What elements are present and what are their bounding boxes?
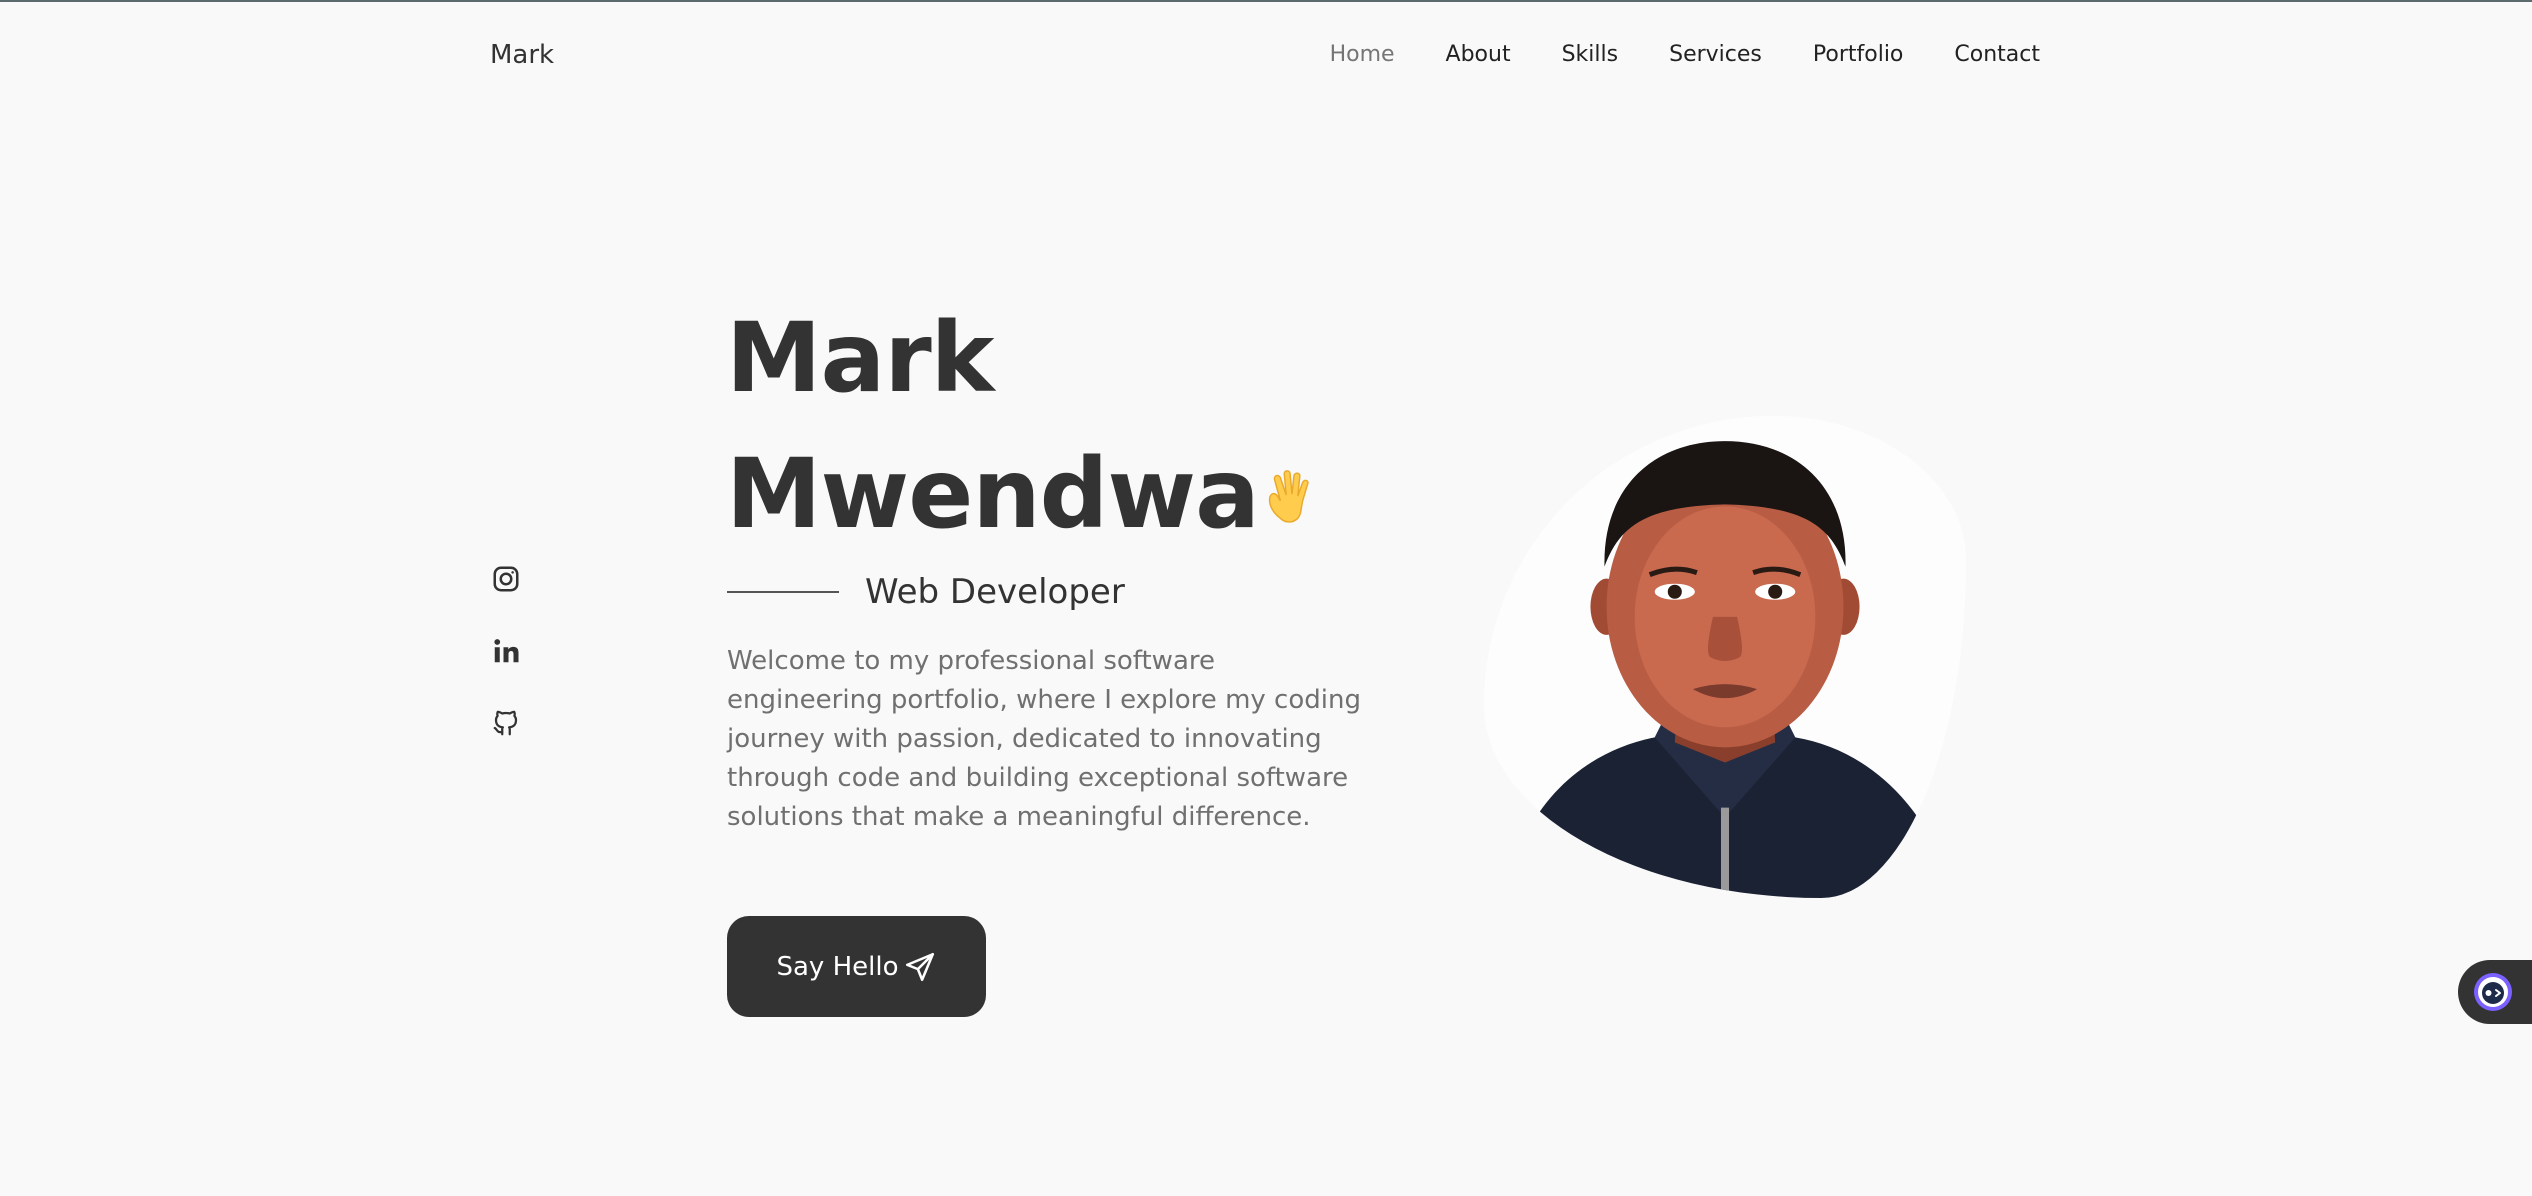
hero-first-name: Mark [726,302,994,414]
waving-hand-icon [1268,470,1309,523]
hero-description: Welcome to my professional software engi… [727,646,1361,832]
site-header: Mark Home About Skills Services Portfoli… [0,0,2532,120]
github-icon [493,710,518,736]
main-nav: Home About Skills Services Portfolio Con… [1330,42,2040,67]
github-link[interactable] [490,707,522,739]
profile-portrait [1484,416,1966,898]
nav-link-services[interactable]: Services [1669,42,1762,67]
hero-last-name: Mwendwa [726,438,1260,550]
subtitle-row: Web Developer [727,572,1125,612]
chatbot-icon [2474,973,2512,1011]
profile-photo [1484,416,1966,898]
hero-subtitle: Web Developer [865,572,1125,612]
logo[interactable]: Mark [490,40,554,70]
nav-link-home[interactable]: Home [1330,42,1395,67]
send-icon [905,952,934,981]
linkedin-link[interactable] [490,635,522,667]
nav-link-contact[interactable]: Contact [1954,42,2040,67]
subtitle-divider [727,591,839,593]
chat-widget[interactable] [2458,960,2532,1024]
instagram-icon [493,566,519,592]
say-hello-button[interactable]: Say Hello [727,916,986,1017]
hero-name: Mark Mwendwa [726,290,1323,562]
instagram-link[interactable] [490,563,522,595]
nav-link-skills[interactable]: Skills [1562,42,1619,67]
linkedin-icon [494,639,519,663]
social-links [490,563,522,739]
say-hello-label: Say Hello [776,951,899,982]
nav-link-portfolio[interactable]: Portfolio [1813,42,1904,67]
nav-link-about[interactable]: About [1446,42,1511,67]
